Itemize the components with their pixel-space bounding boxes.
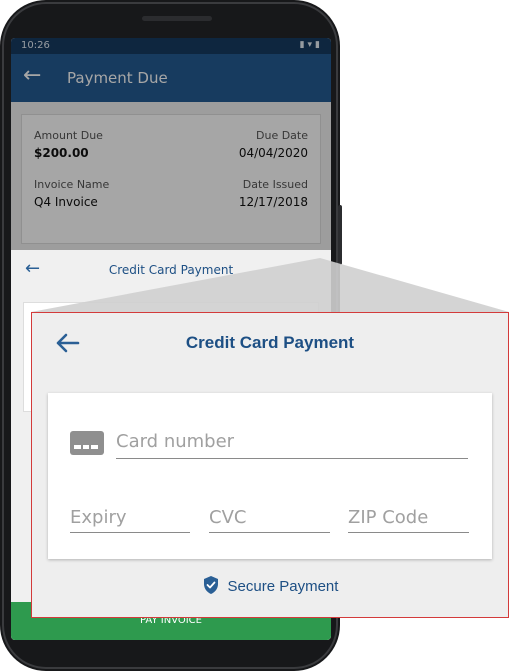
phone-side-button [338,205,342,265]
card-number-field [116,431,468,459]
cvc-field [209,507,330,533]
shield-check-icon [203,576,218,594]
expiry-input[interactable] [70,507,190,528]
phone-speaker [142,16,212,21]
zoom-panel: Credit Card Payment Secure Payment [31,312,509,618]
secure-payment: Secure Payment [32,575,508,595]
card-number-input[interactable] [116,431,468,452]
payment-title: Credit Card Payment [185,333,355,352]
credit-card-icon [70,431,104,455]
card-form [48,393,492,559]
zip-input[interactable] [348,507,469,528]
sheet-title: Credit Card Payment [108,263,234,277]
zip-field [348,507,469,533]
expiry-field [70,507,190,533]
cvc-input[interactable] [209,507,330,528]
secure-payment-label: Secure Payment [227,578,339,595]
